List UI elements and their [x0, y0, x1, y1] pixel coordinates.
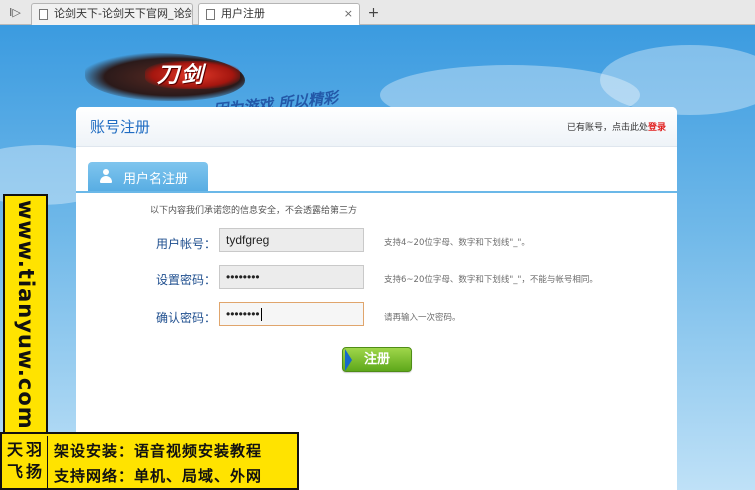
text-caret — [260, 308, 262, 322]
watermark-line-2: 支持网络：单机、局域、外网 — [54, 467, 263, 485]
page-title: 账号注册 — [90, 118, 151, 136]
register-button-label: 注册 — [363, 352, 390, 367]
tab-divider — [76, 191, 677, 193]
new-tab-button[interactable]: + — [365, 5, 382, 22]
seal-char: 天 — [7, 440, 24, 459]
page-icon — [39, 9, 48, 20]
username-label: 用户帐号： — [156, 237, 217, 251]
tab-title: 用户注册 — [221, 7, 265, 20]
login-prompt-text: 已有账号，点击此处 — [566, 123, 648, 133]
password-label: 设置密码： — [156, 273, 217, 287]
play-arrow-icon — [345, 349, 352, 371]
register-button[interactable]: 注册 — [342, 347, 412, 372]
logo-title: 刀剑 — [157, 63, 206, 88]
watermark-seal-logo: 天 羽 飞 扬 — [4, 436, 48, 488]
password-hint: 支持6~20位字母、数字和下划线"_"，不能与帐号相同。 — [384, 275, 598, 285]
watermark-url: www.tianyuw.com — [14, 200, 38, 430]
sidebar-toggle-icon[interactable]: I▷ — [6, 4, 24, 21]
confirm-password-input[interactable]: •••••••• — [219, 302, 364, 326]
login-link[interactable]: 登录 — [648, 123, 666, 133]
seal-char: 飞 — [7, 462, 24, 481]
confirm-password-hint: 请再输入一次密码。 — [384, 313, 461, 323]
password-input[interactable]: •••••••• — [219, 265, 364, 289]
watermark-info-banner: 天 羽 飞 扬 架设安装：语音视频安装教程 支持网络：单机、局域、外网 — [0, 432, 299, 490]
tab-username-register[interactable]: 用户名注册 — [88, 162, 208, 191]
login-prompt: 已有账号，点击此处登录 — [567, 120, 666, 133]
confirm-password-label: 确认密码： — [156, 311, 217, 325]
watermark-url-banner: www.tianyuw.com — [3, 194, 48, 434]
tab-title: 论剑天下-论剑天下官网_论剑天 — [54, 7, 193, 20]
panel-header: 账号注册 已有账号，点击此处登录 — [76, 107, 677, 147]
tab-label: 用户名注册 — [123, 172, 189, 187]
close-tab-icon[interactable]: × — [344, 4, 353, 24]
username-input[interactable]: tydfgreg — [219, 228, 364, 252]
username-hint: 支持4~20位字母、数字和下划线"_"。 — [384, 238, 530, 248]
tab-register[interactable]: 用户注册 × — [198, 3, 360, 26]
privacy-notice: 以下内容我们承诺您的信息安全，不会透露给第三方 — [150, 206, 358, 216]
browser-tab-strip: I▷ 论剑天下-论剑天下官网_论剑天 × 用户注册 × + — [0, 0, 755, 26]
page-icon — [206, 9, 215, 20]
tab-lunjian-home[interactable]: 论剑天下-论剑天下官网_论剑天 × — [31, 3, 193, 25]
seal-char: 扬 — [26, 462, 43, 481]
seal-char: 羽 — [26, 440, 43, 459]
confirm-password-value: •••••••• — [226, 307, 260, 321]
close-tab-icon[interactable]: × — [177, 4, 186, 24]
watermark-line-1: 架设安装：语音视频安装教程 — [54, 442, 263, 460]
user-icon — [100, 169, 112, 183]
